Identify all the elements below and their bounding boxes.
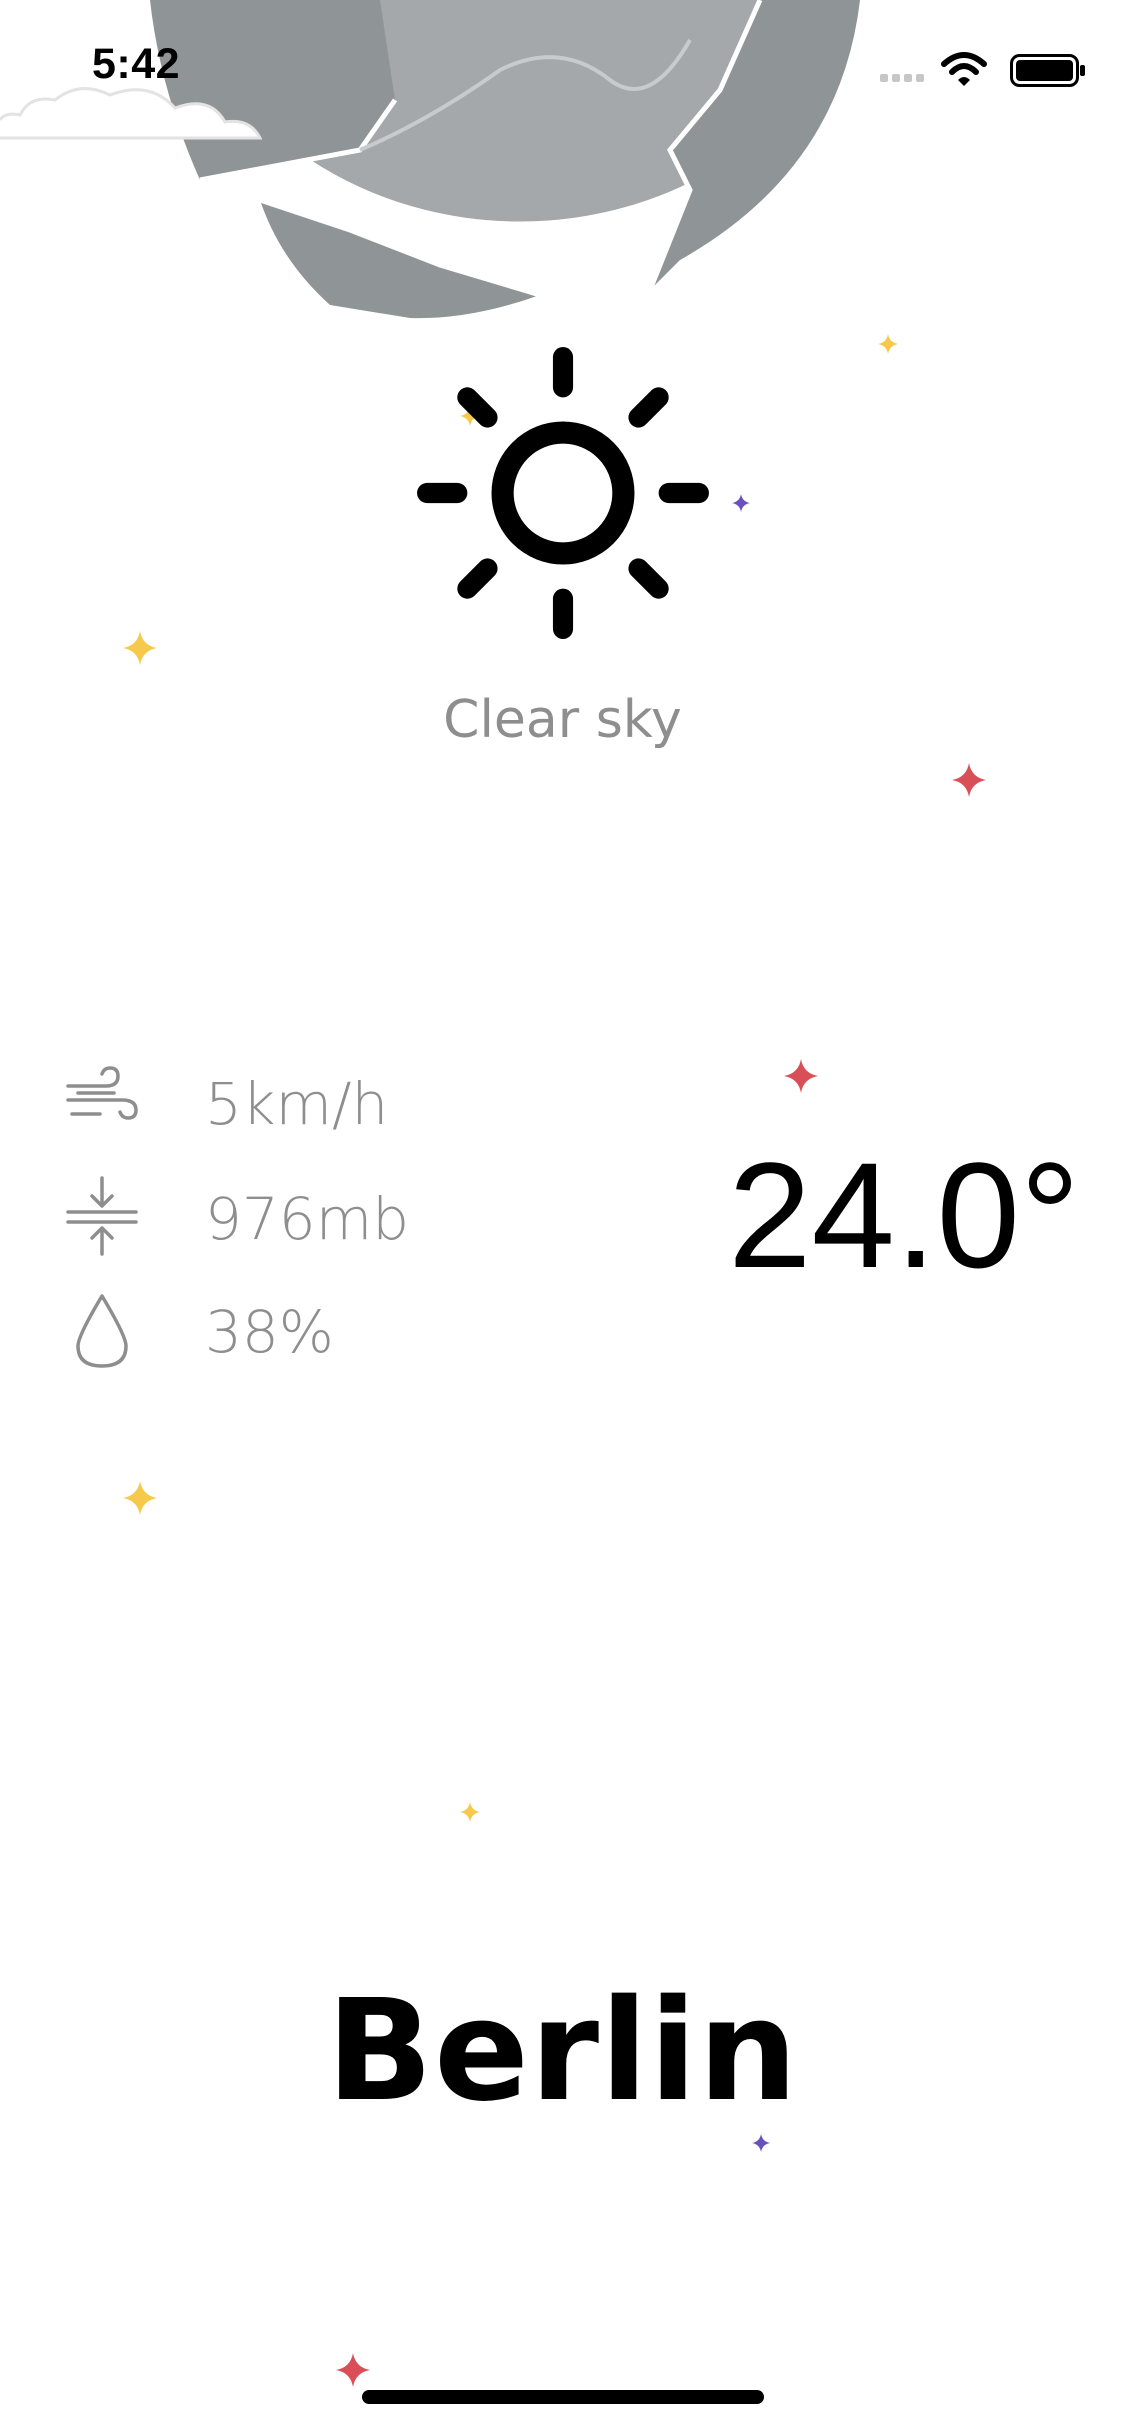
temperature: 24.0° xyxy=(728,1131,1080,1299)
humidity-value: 38% xyxy=(205,1298,334,1366)
wind-speed-value: 5km/h xyxy=(205,1070,389,1138)
pressure-value: 976mb xyxy=(205,1185,410,1253)
star-icon xyxy=(732,494,750,512)
pressure-icon xyxy=(66,1176,138,1256)
star-icon xyxy=(878,334,898,354)
star-icon xyxy=(336,2353,370,2387)
star-icon xyxy=(123,1481,157,1515)
star-icon xyxy=(460,1802,480,1822)
star-icon xyxy=(952,763,986,797)
humidity-drop-icon xyxy=(76,1294,128,1368)
city-name: Berlin xyxy=(326,1970,799,2133)
home-indicator[interactable] xyxy=(362,2390,764,2404)
weather-description: Clear sky xyxy=(443,690,682,750)
star-icon xyxy=(752,2134,770,2152)
star-icon xyxy=(784,1059,818,1093)
sun-icon xyxy=(417,347,709,639)
wind-icon xyxy=(66,1066,138,1120)
star-icon xyxy=(123,631,157,665)
